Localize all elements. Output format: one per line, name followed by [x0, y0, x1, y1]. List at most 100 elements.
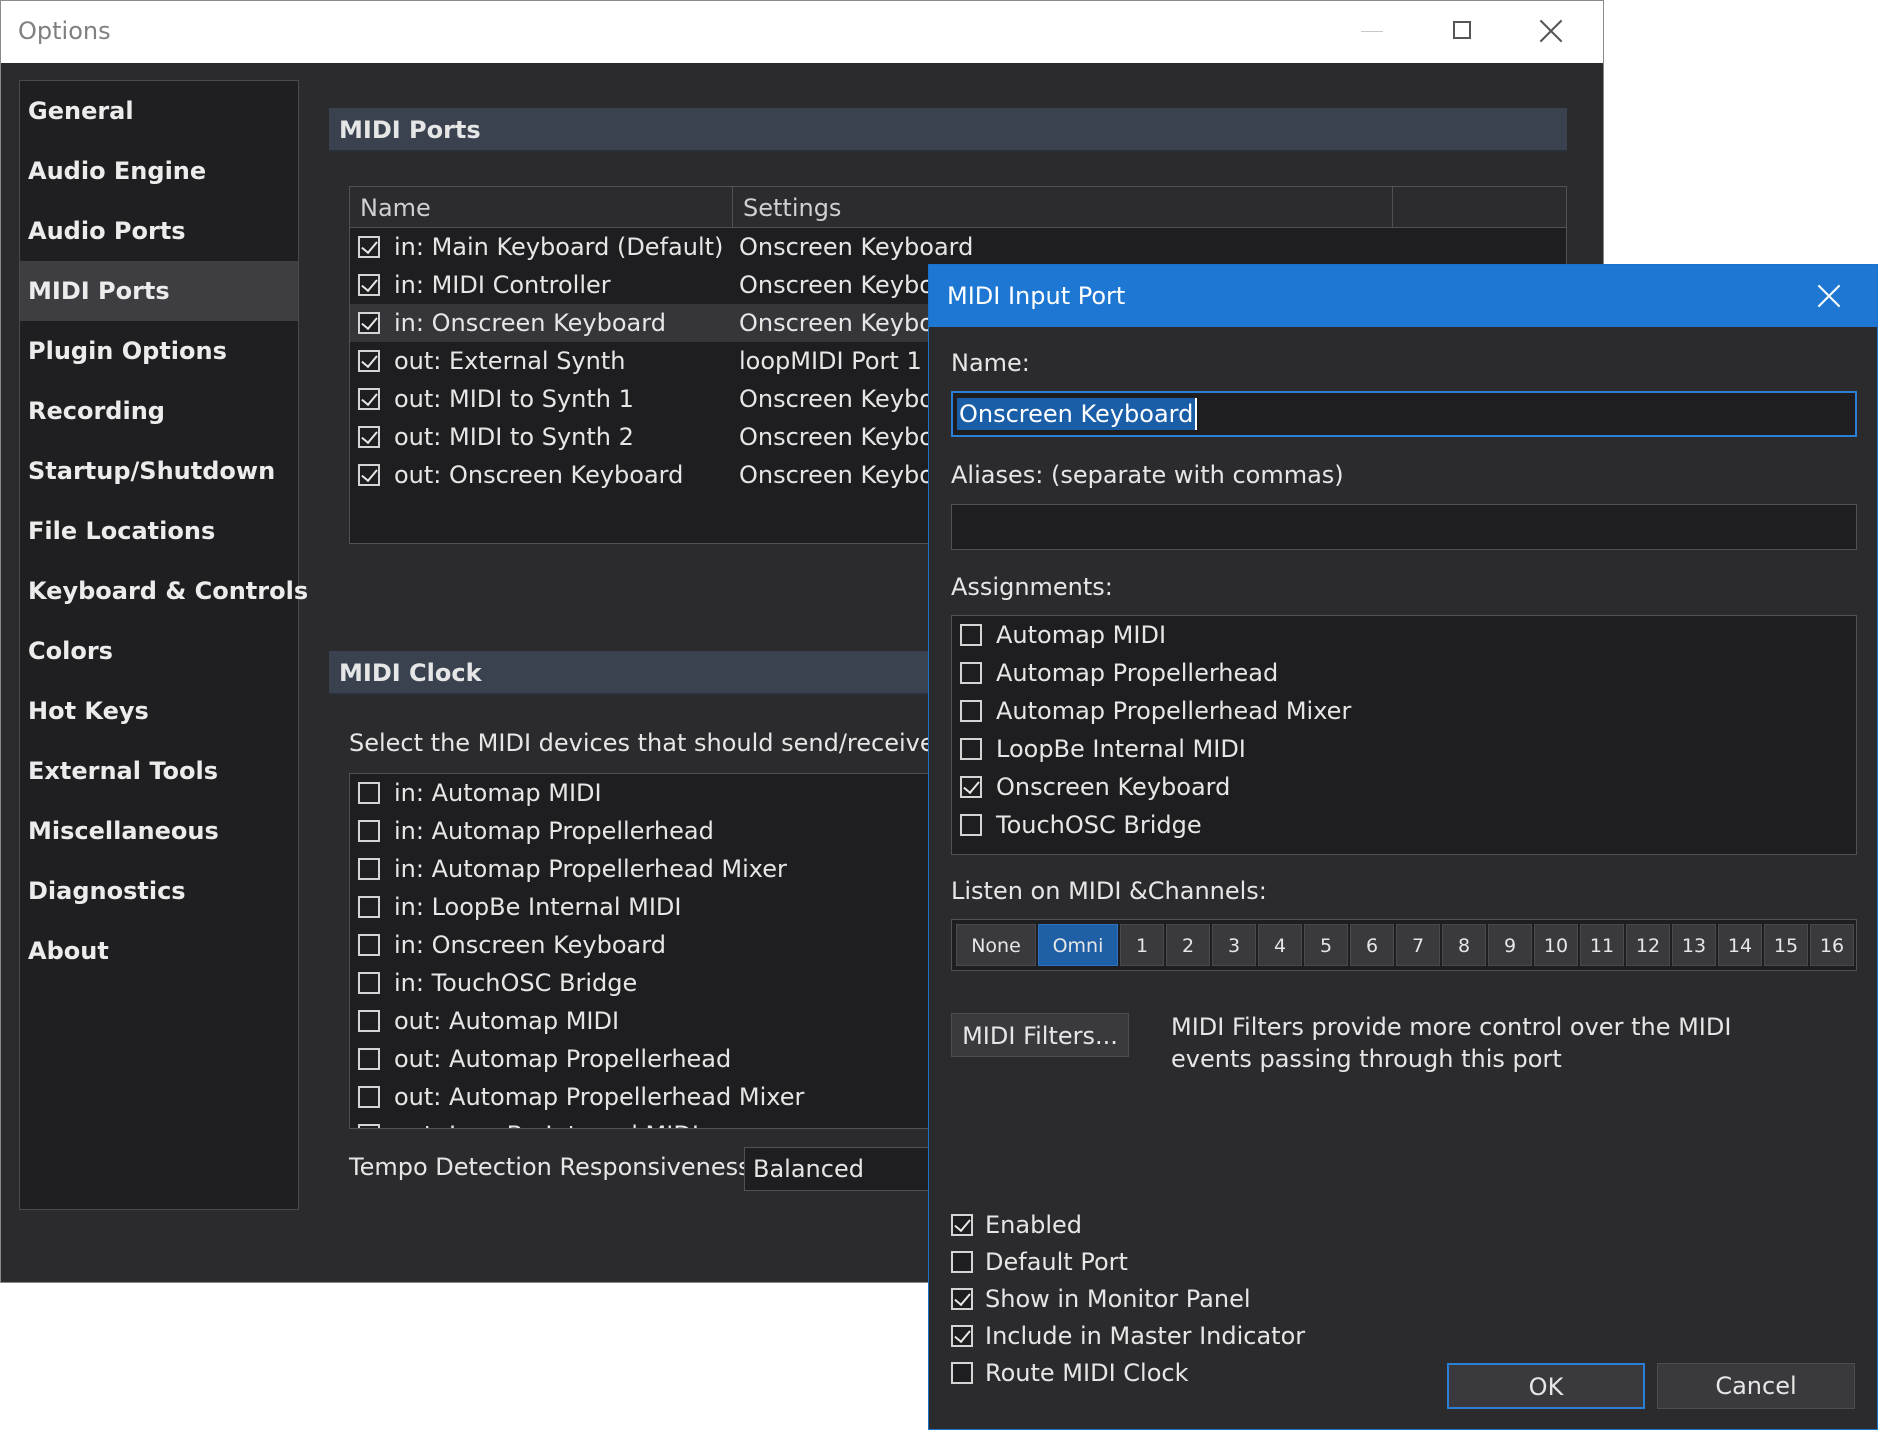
channel-button-1[interactable]: 1: [1120, 924, 1164, 966]
clock-device-checkbox[interactable]: [358, 782, 380, 804]
channel-button-5[interactable]: 5: [1304, 924, 1348, 966]
name-label: Name:: [951, 349, 1030, 377]
assignment-checkbox[interactable]: [960, 738, 982, 760]
sidebar-item-miscellaneous[interactable]: Miscellaneous: [20, 801, 298, 861]
sidebar-item-diagnostics[interactable]: Diagnostics: [20, 861, 298, 921]
sidebar-item-startup-shutdown[interactable]: Startup/Shutdown: [20, 441, 298, 501]
assignment-checkbox[interactable]: [960, 776, 982, 798]
sidebar-item-about[interactable]: About: [20, 921, 298, 981]
clock-device-checkbox[interactable]: [358, 934, 380, 956]
include-in-master-indicator-checkbox[interactable]: [951, 1325, 973, 1347]
port-enabled-checkbox[interactable]: [358, 350, 380, 372]
ok-button[interactable]: OK: [1447, 1363, 1645, 1409]
port-enabled-checkbox[interactable]: [358, 274, 380, 296]
port-enabled-checkbox[interactable]: [358, 312, 380, 334]
channel-button-13[interactable]: 13: [1672, 924, 1716, 966]
assignment-checkbox[interactable]: [960, 814, 982, 836]
channel-button-3[interactable]: 3: [1212, 924, 1256, 966]
list-item[interactable]: out: Automap MIDI: [350, 1002, 948, 1040]
list-item[interactable]: out: Automap Propellerhead Mixer: [350, 1078, 948, 1116]
sidebar-item-audio-engine[interactable]: Audio Engine: [20, 141, 298, 201]
sidebar-item-file-locations[interactable]: File Locations: [20, 501, 298, 561]
maximize-icon: [1453, 21, 1471, 39]
assignment-checkbox[interactable]: [960, 700, 982, 722]
maximize-button[interactable]: [1417, 1, 1507, 63]
sidebar-item-recording[interactable]: Recording: [20, 381, 298, 441]
list-item[interactable]: in: LoopBe Internal MIDI: [350, 888, 948, 926]
channel-button-4[interactable]: 4: [1258, 924, 1302, 966]
sidebar-item-colors[interactable]: Colors: [20, 621, 298, 681]
clock-device-checkbox[interactable]: [358, 1010, 380, 1032]
sidebar-item-audio-ports[interactable]: Audio Ports: [20, 201, 298, 261]
sidebar-item-external-tools[interactable]: External Tools: [20, 741, 298, 801]
port-enabled-checkbox[interactable]: [358, 388, 380, 410]
sidebar-item-midi-ports[interactable]: MIDI Ports: [20, 261, 298, 321]
list-item[interactable]: Automap Propellerhead: [952, 654, 1856, 692]
channel-button-omni[interactable]: Omni: [1038, 924, 1118, 966]
list-item[interactable]: in: Automap Propellerhead Mixer: [350, 850, 948, 888]
channel-button-12[interactable]: 12: [1626, 924, 1670, 966]
channel-button-7[interactable]: 7: [1396, 924, 1440, 966]
list-item[interactable]: Automap MIDI: [952, 616, 1856, 654]
clock-device-checkbox[interactable]: [358, 858, 380, 880]
column-header-settings[interactable]: Settings: [733, 187, 1393, 227]
port-settings: Onscreen Keyboard: [739, 233, 974, 261]
cancel-button[interactable]: Cancel: [1657, 1363, 1855, 1409]
assignment-checkbox[interactable]: [960, 624, 982, 646]
clock-device-checkbox[interactable]: [358, 1048, 380, 1070]
channel-button-11[interactable]: 11: [1580, 924, 1624, 966]
list-item[interactable]: Onscreen Keyboard: [952, 768, 1856, 806]
list-item[interactable]: out: LoopBe Internal MIDI: [350, 1116, 948, 1128]
aliases-input[interactable]: [951, 504, 1857, 550]
sidebar-item-general[interactable]: General: [20, 81, 298, 141]
midi-filters-button[interactable]: MIDI Filters...: [951, 1013, 1129, 1057]
channel-button-10[interactable]: 10: [1534, 924, 1578, 966]
clock-device-checkbox[interactable]: [358, 972, 380, 994]
channel-button-15[interactable]: 15: [1764, 924, 1808, 966]
channel-button-14[interactable]: 14: [1718, 924, 1762, 966]
channel-button-16[interactable]: 16: [1810, 924, 1854, 966]
sidebar-item-plugin-options[interactable]: Plugin Options: [20, 321, 298, 381]
port-enabled-checkbox[interactable]: [358, 236, 380, 258]
dialog-close-icon[interactable]: [1811, 279, 1847, 315]
clock-device-checkbox[interactable]: [358, 896, 380, 918]
tempo-label: Tempo Detection Responsiveness:: [349, 1153, 759, 1181]
clock-device-checkbox[interactable]: [358, 1124, 380, 1128]
clock-device-checkbox[interactable]: [358, 820, 380, 842]
list-item[interactable]: in: TouchOSC Bridge: [350, 964, 948, 1002]
channel-button-none[interactable]: None: [956, 924, 1036, 966]
channel-button-9[interactable]: 9: [1488, 924, 1532, 966]
sidebar-item-keyboard-controls[interactable]: Keyboard & Controls: [20, 561, 308, 621]
port-name: in: Main Keyboard (Default): [394, 233, 724, 261]
clock-device-name: in: Automap MIDI: [394, 779, 602, 807]
list-item[interactable]: in: Onscreen Keyboard: [350, 926, 948, 964]
port-enabled-checkbox[interactable]: [358, 464, 380, 486]
close-button[interactable]: [1509, 1, 1599, 63]
port-name: in: MIDI Controller: [394, 271, 611, 299]
list-item[interactable]: LoopBe Internal MIDI: [952, 730, 1856, 768]
enabled-checkbox[interactable]: [951, 1214, 973, 1236]
table-row[interactable]: in: Main Keyboard (Default) Onscreen Keyb…: [350, 228, 1566, 266]
list-item[interactable]: in: Automap Propellerhead: [350, 812, 948, 850]
route-midi-clock-checkbox[interactable]: [951, 1362, 973, 1384]
assignment-name: Onscreen Keyboard: [996, 773, 1231, 801]
window-title: Options: [18, 17, 111, 45]
name-input[interactable]: Onscreen Keyboard: [951, 391, 1857, 437]
column-header-name[interactable]: Name: [350, 187, 733, 227]
channel-button-2[interactable]: 2: [1166, 924, 1210, 966]
minimize-button[interactable]: [1327, 1, 1417, 63]
list-item[interactable]: out: Automap Propellerhead: [350, 1040, 948, 1078]
default-port-checkbox[interactable]: [951, 1251, 973, 1273]
show-in-monitor-panel-checkbox[interactable]: [951, 1288, 973, 1310]
channel-button-8[interactable]: 8: [1442, 924, 1486, 966]
sidebar-item-hot-keys[interactable]: Hot Keys: [20, 681, 298, 741]
assignment-checkbox[interactable]: [960, 662, 982, 684]
port-enabled-checkbox[interactable]: [358, 426, 380, 448]
clock-device-checkbox[interactable]: [358, 1086, 380, 1108]
channel-button-6[interactable]: 6: [1350, 924, 1394, 966]
aliases-label: Aliases: (separate with commas): [951, 461, 1344, 489]
list-item[interactable]: TouchOSC Bridge: [952, 806, 1856, 844]
midi-filters-description: MIDI Filters provide more control over t…: [1171, 1013, 1732, 1073]
list-item[interactable]: Automap Propellerhead Mixer: [952, 692, 1856, 730]
list-item[interactable]: in: Automap MIDI: [350, 774, 948, 812]
